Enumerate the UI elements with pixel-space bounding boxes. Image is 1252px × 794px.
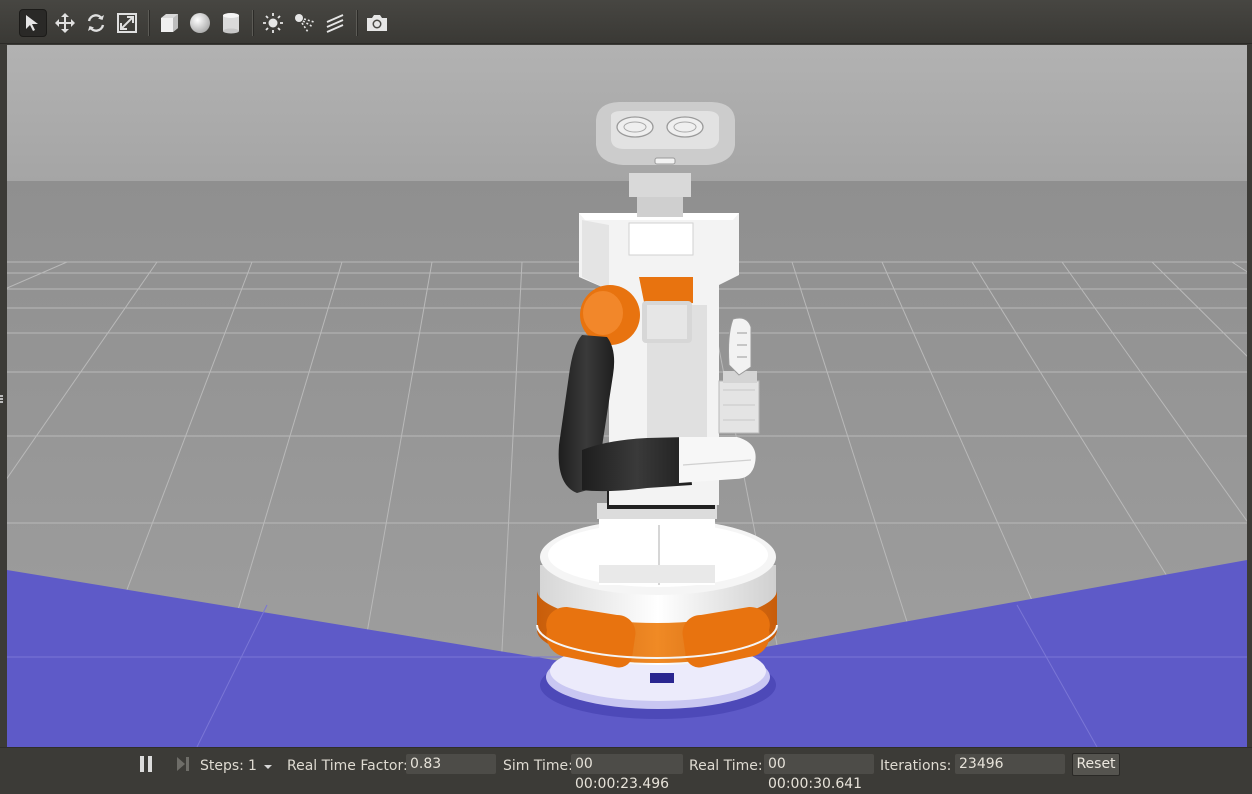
real-time-factor-value: 0.83 — [406, 754, 496, 774]
toolbar — [0, 0, 1252, 44]
steps-value: 1 — [248, 758, 257, 774]
toolbar-separator — [356, 10, 358, 36]
spot-light-icon[interactable] — [290, 9, 318, 37]
steps-spinbox[interactable]: 1 — [248, 756, 273, 776]
toolbar-separator — [252, 10, 254, 36]
directional-light-icon[interactable] — [321, 9, 349, 37]
steps-label: Steps: — [200, 758, 244, 774]
screenshot-camera-icon[interactable] — [363, 9, 391, 37]
cylinder-shape-icon[interactable] — [217, 9, 245, 37]
iterations-value: 23496 — [955, 754, 1065, 774]
point-light-icon[interactable] — [259, 9, 287, 37]
real-time-value: 00 00:00:30.641 — [764, 754, 874, 792]
rotate-icon[interactable] — [82, 9, 110, 37]
sim-time-value: 00 00:00:23.496 — [571, 754, 683, 792]
splitter-handle[interactable] — [0, 388, 3, 403]
step-forward-button[interactable] — [175, 754, 191, 774]
iterations-label: Iterations: — [880, 758, 952, 774]
reset-button[interactable]: Reset — [1072, 753, 1120, 776]
pause-button[interactable] — [138, 754, 154, 774]
real-time-label: Real Time: — [689, 758, 763, 774]
status-bar: Steps: 1 Real Time Factor: 0.83 Sim Time… — [0, 747, 1252, 792]
sphere-shape-icon[interactable] — [186, 9, 214, 37]
translate-icon[interactable] — [51, 9, 79, 37]
sim-time-label: Sim Time: — [503, 758, 573, 774]
3d-viewport[interactable] — [7, 45, 1247, 747]
toolbar-separator — [148, 10, 150, 36]
select-arrow-icon[interactable] — [19, 9, 47, 37]
real-time-factor-label: Real Time Factor: — [287, 758, 408, 774]
scale-icon[interactable] — [113, 9, 141, 37]
chevron-down-icon — [264, 765, 273, 769]
box-shape-icon[interactable] — [155, 9, 183, 37]
